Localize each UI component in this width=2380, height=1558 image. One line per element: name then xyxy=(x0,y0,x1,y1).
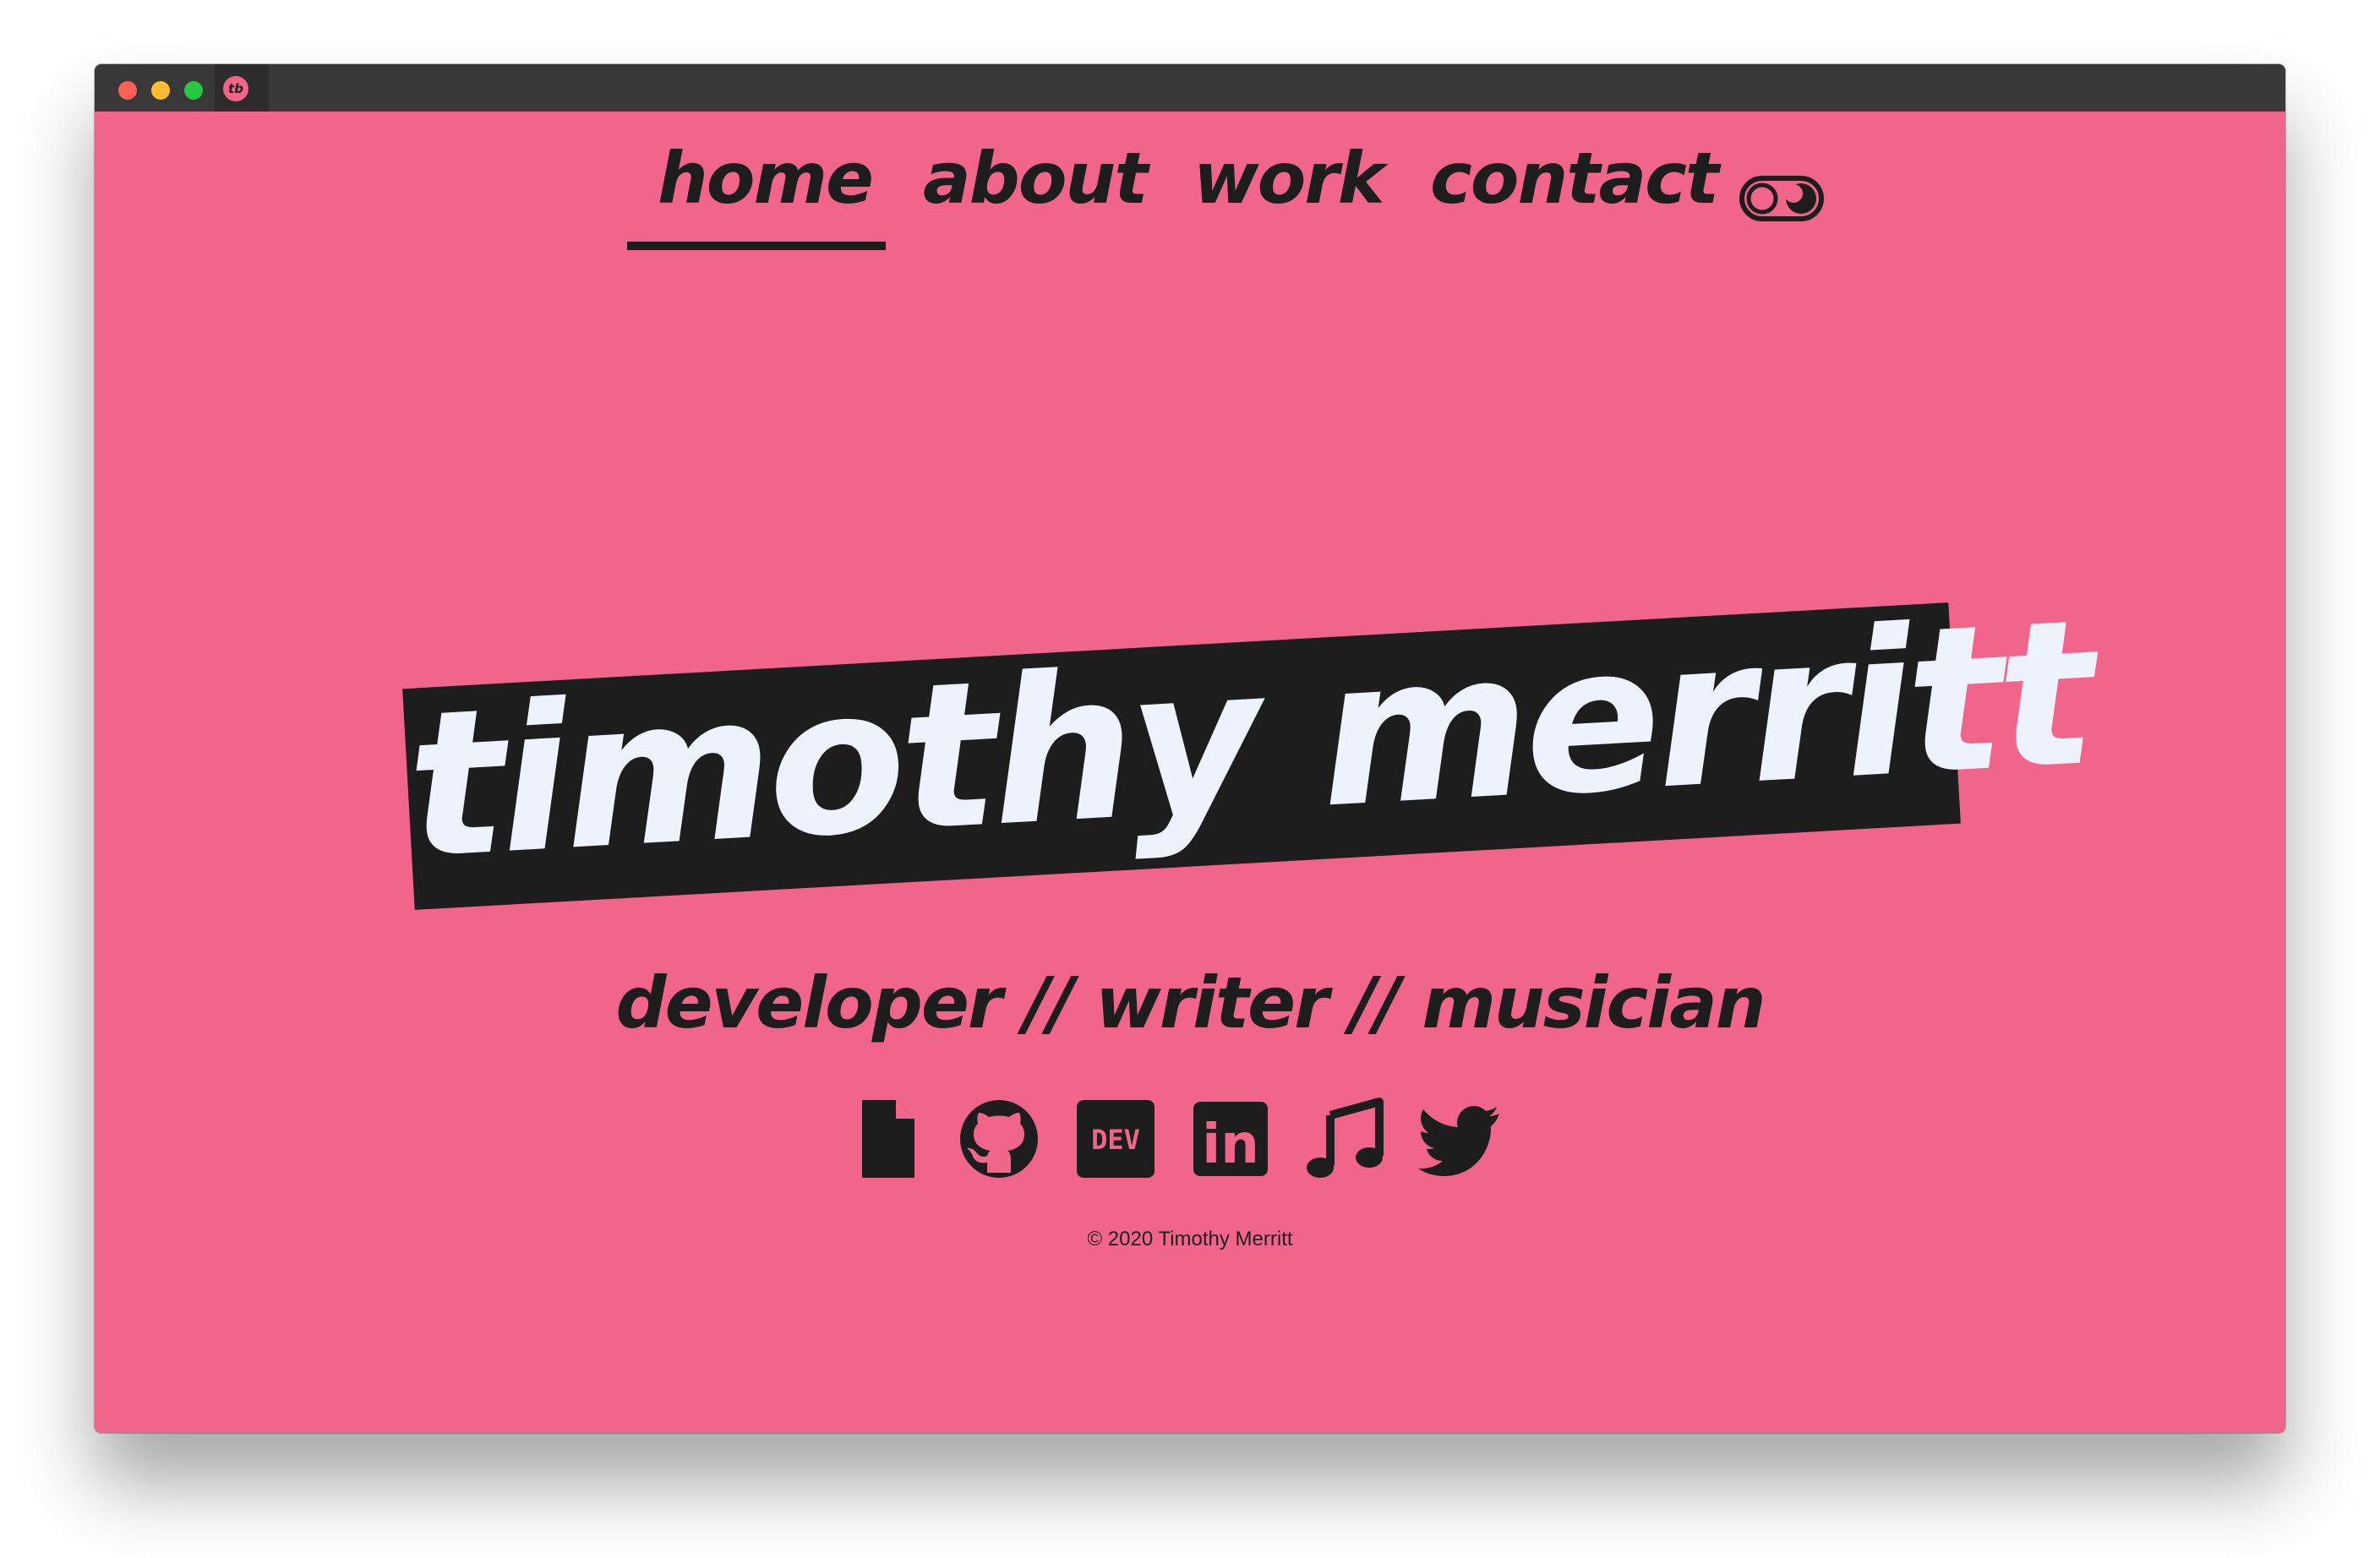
browser-window: tb home about work contact timothy merri… xyxy=(95,64,2285,1433)
site-favicon: tb xyxy=(223,76,248,101)
nav-contact-link[interactable]: contact xyxy=(1430,132,1719,225)
page-content: home about work contact timothy merritt … xyxy=(95,112,2285,1433)
music-icon[interactable] xyxy=(1302,1097,1386,1181)
theme-toggle-icon[interactable] xyxy=(1739,176,1824,221)
linkedin-icon-label: in xyxy=(1202,1114,1259,1176)
main-nav: home about work contact xyxy=(95,132,2285,250)
file-icon[interactable] xyxy=(845,1097,930,1181)
active-nav-underline xyxy=(627,242,886,250)
footer-copyright: © 2020 Timothy Merritt xyxy=(1087,1228,1293,1250)
nav-home-link[interactable]: home xyxy=(658,132,874,225)
close-window-button[interactable] xyxy=(118,81,137,100)
dev-icon[interactable]: DEV xyxy=(1073,1097,1158,1181)
window-titlebar: tb xyxy=(95,64,2285,112)
linkedin-icon[interactable]: in xyxy=(1188,1097,1273,1181)
twitter-icon[interactable] xyxy=(1418,1097,1503,1181)
nav-work-link[interactable]: work xyxy=(1193,132,1385,225)
minimize-window-button[interactable] xyxy=(151,81,170,100)
github-icon[interactable] xyxy=(957,1097,1041,1181)
hero-name: timothy merritt xyxy=(401,576,2096,904)
maximize-window-button[interactable] xyxy=(184,81,203,100)
dev-icon-label: DEV xyxy=(1091,1124,1140,1156)
hero-subtitle: developer // writer // musician xyxy=(615,961,1766,1044)
nav-about-link[interactable]: about xyxy=(923,132,1148,225)
